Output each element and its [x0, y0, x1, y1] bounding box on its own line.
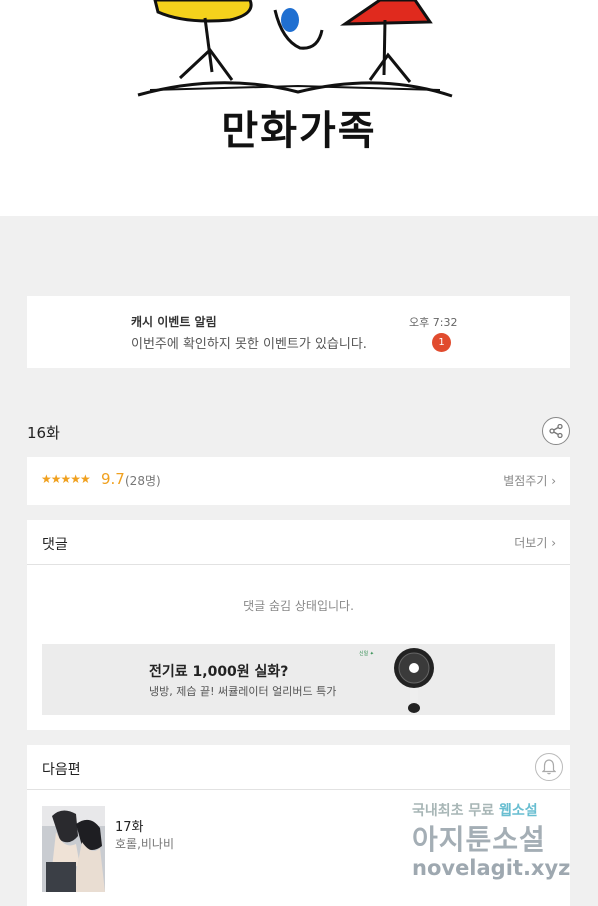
watermark: 국내최초 무료 웹소설 아지툰소설 novelagit.xyz: [412, 798, 588, 890]
thumbnail-image: [42, 806, 105, 892]
comments-title: 댓글: [42, 537, 68, 553]
rating-stars: ★★★★★: [41, 472, 91, 486]
next-episode-thumbnail[interactable]: [42, 806, 105, 892]
next-episode-section-title: 다음편: [42, 762, 81, 778]
notice-title: 캐시 이벤트 알림: [131, 315, 217, 329]
watermark-line3: novelagit.xyz: [412, 856, 571, 880]
notification-button[interactable]: [535, 753, 563, 781]
ad-title: 전기료 1,000원 실화?: [149, 664, 289, 680]
notice-time: 오후 7:32: [409, 316, 458, 329]
watermark-line2: 아지툰소설: [412, 823, 546, 856]
notice-badge: 1: [432, 333, 451, 352]
logo-banner: 만화가족: [0, 0, 598, 216]
cash-event-notice[interactable]: 캐시 이벤트 알림 이번주에 확인하지 못한 이벤트가 있습니다. 오후 7:3…: [27, 296, 570, 368]
ad-brand: 신일 ✦: [359, 651, 374, 657]
share-icon: [549, 424, 563, 438]
next-episode-title[interactable]: 17화: [115, 816, 144, 835]
next-episode-header: 다음편: [27, 745, 570, 790]
share-button[interactable]: [542, 417, 570, 445]
notice-message: 이번주에 확인하지 못한 이벤트가 있습니다.: [131, 337, 367, 352]
logo-text: 만화가족: [221, 108, 377, 154]
ad-subtitle: 냉방, 제습 끝! 써큘레이터 얼리버드 특가: [149, 685, 337, 698]
comments-hidden-message: 댓글 숨김 상태입니다.: [243, 599, 354, 613]
ad-banner[interactable]: 전기료 1,000원 실화? 냉방, 제습 끝! 써큘레이터 얼리버드 특가 신…: [42, 644, 555, 715]
comments-header: 댓글 더보기 ›: [27, 520, 570, 565]
rate-button[interactable]: 별점주기 ›: [503, 472, 556, 489]
comments-section: 댓글 더보기 › 댓글 숨김 상태입니다. 전기료 1,000원 실화? 냉방,…: [27, 520, 570, 730]
next-episode-author: 호롤,비나비: [115, 837, 175, 851]
comments-more-button[interactable]: 더보기 ›: [514, 534, 556, 551]
rating-card: ★★★★★ 9.7 (28명) 별점주기 ›: [27, 457, 570, 505]
rating-count: (28명): [125, 474, 161, 488]
fan-image: [394, 648, 434, 713]
episode-title: 16화: [27, 424, 60, 442]
watermark-line1: 국내최초 무료 웹소설: [412, 803, 538, 819]
rating-score: 9.7: [101, 470, 125, 488]
bell-icon: [542, 759, 556, 775]
